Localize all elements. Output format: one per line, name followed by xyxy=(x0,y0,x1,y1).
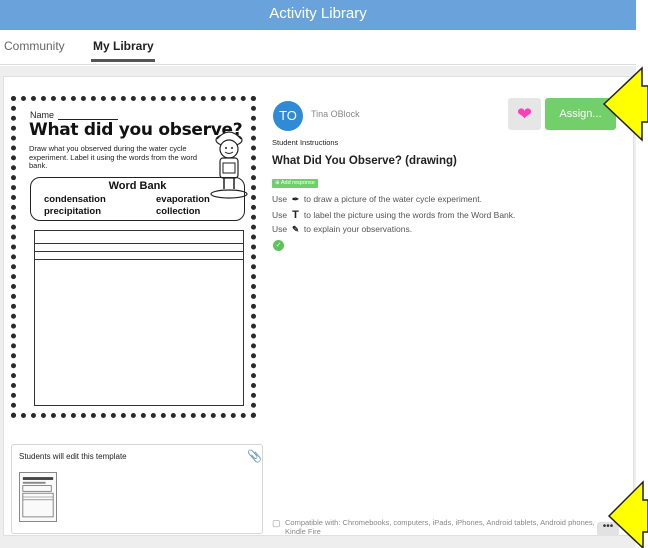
devices-icon: ▢ xyxy=(272,518,281,528)
app-header: Activity Library xyxy=(0,0,636,30)
add-response-label: Add response xyxy=(280,180,315,186)
tab-my-library[interactable]: My Library xyxy=(93,39,154,53)
add-response-badge: ⊕ Add response xyxy=(272,179,318,188)
activity-title: What Did You Observe? (drawing) xyxy=(272,155,457,167)
instruction-line: Use ✒ to draw a picture of the water cyc… xyxy=(272,194,482,205)
instruction-line: Use T to label the picture using the wor… xyxy=(272,209,515,221)
main-content: Name What did you observe? Draw what you… xyxy=(0,66,636,548)
library-tabs: Community My Library xyxy=(0,30,636,65)
instruction-text: to explain your observations. xyxy=(303,224,413,234)
template-panel[interactable]: Students will edit this template 📎 xyxy=(11,444,263,534)
avatar[interactable]: TO xyxy=(273,101,303,131)
activity-card: Name What did you observe? Draw what you… xyxy=(3,76,634,536)
instruction-text: to label the picture using the words fro… xyxy=(303,210,516,220)
heart-icon: ❤ xyxy=(516,104,533,124)
pen-icon: ✒ xyxy=(291,194,300,204)
template-label: Students will edit this template xyxy=(19,452,127,461)
compatibility-text: Compatible with: Chromebooks, computers,… xyxy=(285,518,595,536)
page-title: Activity Library xyxy=(269,5,367,22)
pointer-arrow-icon xyxy=(607,480,648,548)
instruction-line: Use ✎ to explain your observations. xyxy=(272,224,412,235)
tab-community[interactable]: Community xyxy=(4,39,65,53)
instruction-prefix: Use xyxy=(272,194,288,204)
word-bank: Word Bank condensation evaporation preci… xyxy=(30,177,245,221)
worksheet-description: Draw what you observed during the water … xyxy=(29,144,197,170)
instructions-label: Student Instructions xyxy=(272,138,339,147)
drawing-area xyxy=(34,230,244,406)
instruction-text: to draw a picture of the water cycle exp… xyxy=(303,194,482,204)
label-line xyxy=(35,251,243,252)
mic-icon: ✎ xyxy=(291,224,300,234)
favorite-button[interactable]: ❤ xyxy=(508,98,541,130)
label-line xyxy=(35,259,243,260)
text-tool-icon: T xyxy=(292,209,299,221)
worksheet-name-label: Name xyxy=(30,110,55,120)
template-thumbnail[interactable] xyxy=(19,472,57,522)
word-bank-word: evaporation xyxy=(156,194,210,205)
paperclip-icon: 📎 xyxy=(247,449,262,463)
active-tab-indicator xyxy=(91,59,155,62)
author-name[interactable]: Tina OBlock xyxy=(311,109,360,119)
worksheet-preview[interactable]: Name What did you observe? Draw what you… xyxy=(11,96,256,449)
instruction-prefix: Use xyxy=(272,210,288,220)
instruction-prefix: Use xyxy=(272,224,288,234)
word-bank-word: precipitation xyxy=(44,206,102,217)
word-bank-word: condensation xyxy=(44,194,106,205)
word-bank-word: collection xyxy=(156,206,201,217)
label-line xyxy=(35,243,243,244)
word-bank-title: Word Bank xyxy=(108,180,167,192)
check-icon: ✓ xyxy=(273,240,284,251)
pointer-arrow-icon xyxy=(602,66,648,142)
